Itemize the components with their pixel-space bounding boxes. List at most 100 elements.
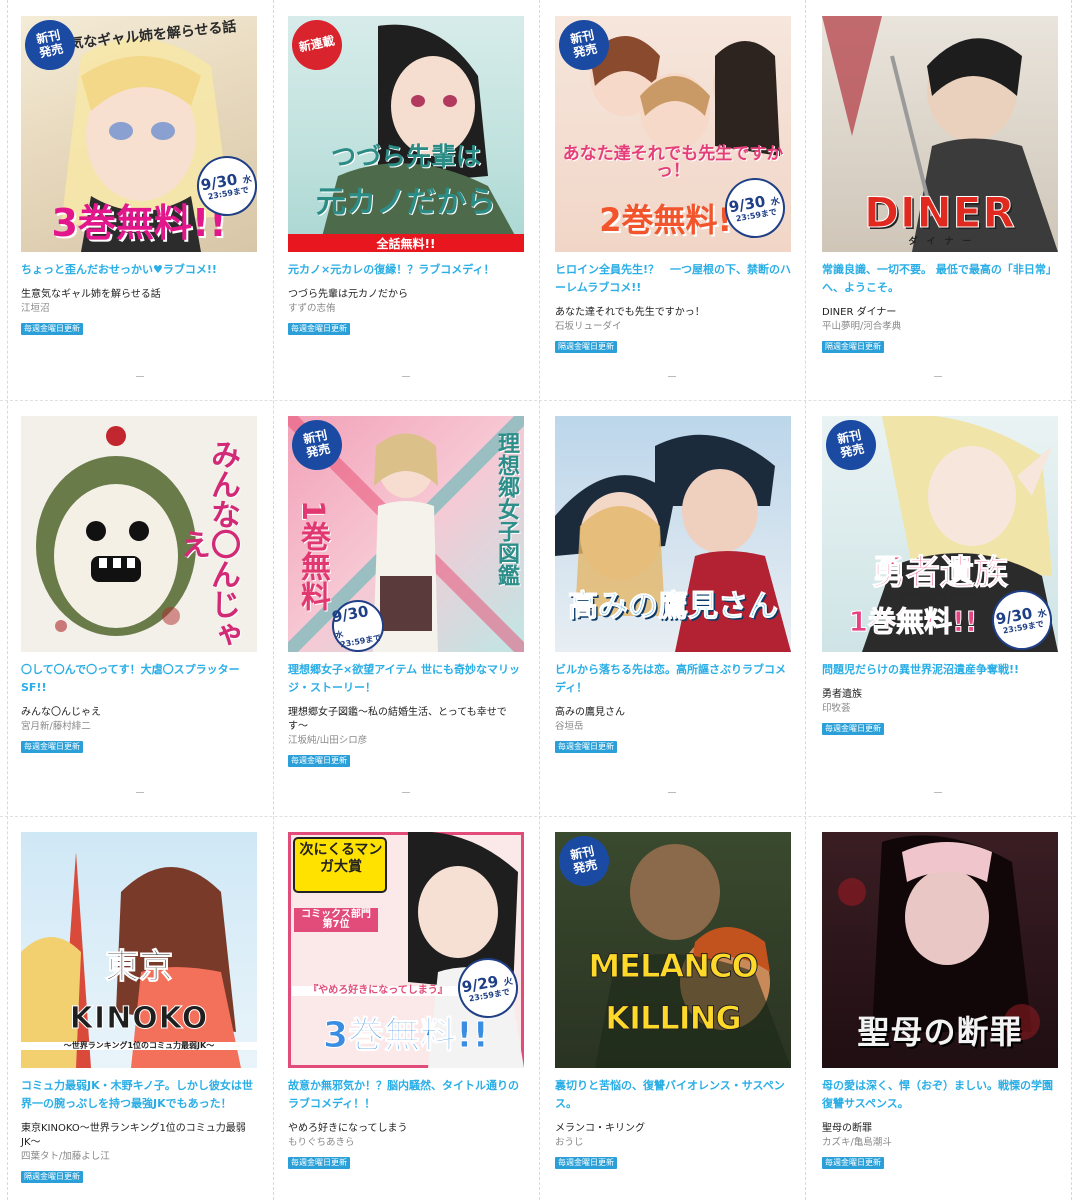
card-tagline[interactable]: 理想郷女子×欲望アイテム 世にも奇妙なマリッジ・ストーリー！ [288, 661, 524, 697]
card-title[interactable]: 理想郷女子図鑑〜私の結婚生活、とっても幸せです〜 [288, 706, 524, 734]
column-divider [539, 0, 540, 1200]
card-author: 平山夢明/河合孝典 [822, 321, 902, 332]
card-tagline[interactable]: コミュ力最弱JK・木野キノ子。しかし彼女は世界一の腕っぷしを持つ最強JKでもあっ… [21, 1077, 257, 1113]
award-rank: コミックス部門 第7位 [294, 908, 378, 932]
cover-headline: 高みの鷹見さん [568, 589, 779, 624]
divider-mark [668, 376, 676, 377]
divider-mark [668, 792, 676, 793]
card-author: 宮月新/藤村緋二 [21, 721, 91, 732]
cover-image[interactable]: 高みの鷹見さん [555, 416, 791, 652]
card-title[interactable]: つづら先輩は元カノだから [288, 288, 524, 302]
cover-image[interactable]: MELANCO KILLING 新刊 発売 [555, 832, 791, 1068]
update-schedule-badge: 毎週金曜日更新 [288, 1157, 350, 1169]
cover-headline: DINER [864, 188, 1016, 237]
card-title[interactable]: 高みの鷹見さん [555, 706, 791, 720]
cover-image[interactable]: DINER ダ イ ナ ー [822, 16, 1058, 252]
card-tagline[interactable]: ビルから落ちる先は恋。高所謳さぶりラブコメディ！ [555, 661, 791, 697]
divider-mark [934, 792, 942, 793]
update-schedule-badge: 毎週金曜日更新 [288, 755, 350, 767]
divider-mark [934, 376, 942, 377]
divider-mark [402, 792, 410, 793]
card-tagline[interactable]: 裏切りと苦悩の、復讐バイオレンス・サスペンス。 [555, 1077, 791, 1113]
card-author: おうじ [555, 1137, 584, 1148]
cover-headline: 1巻無料 [295, 500, 330, 611]
update-schedule-badge: 隔週金曜日更新 [21, 1171, 83, 1183]
manga-card[interactable]: 次にくるマンガ大賞 コミックス部門 第7位 『やめろ好きになってしまう』 3巻無… [288, 832, 524, 1169]
cover-image[interactable]: みんな〇んじゃえ [21, 416, 257, 652]
update-schedule-badge: 毎週金曜日更新 [21, 323, 83, 335]
manga-card[interactable]: MELANCO KILLING 新刊 発売 裏切りと苦悩の、復讐バイオレンス・サス… [555, 832, 791, 1169]
manga-card[interactable]: 東京 KINOKO 〜世界ランキング1位のコミュ力最弱JK〜 コミュ力最弱JK・… [21, 832, 257, 1183]
cover-headline: 聖母の断罪 [857, 1013, 1023, 1051]
divider-mark [136, 792, 144, 793]
update-schedule-badge: 隔週金曜日更新 [822, 341, 884, 353]
card-tagline[interactable]: ちょっと歪んだおせっかい♥ラブコメ!! [21, 261, 257, 279]
update-schedule-badge: 毎週金曜日更新 [822, 723, 884, 735]
card-author: カズキ/亀島潮斗 [822, 1137, 892, 1148]
card-tagline[interactable]: 故意か無邪気か！？脳内騒然、タイトル通りのラブコメディ！！ [288, 1077, 524, 1113]
card-title[interactable]: 東京KINOKO〜世界ランキング1位のコミュ力最弱JK〜 [21, 1122, 257, 1150]
card-title[interactable]: DINER ダイナー [822, 306, 1058, 320]
cover-logo-text: KILLING [605, 999, 742, 1037]
card-title[interactable]: みんな〇んじゃえ [21, 706, 257, 720]
update-schedule-badge: 毎週金曜日更新 [288, 323, 350, 335]
manga-card[interactable]: あなた達それでも先生ですかっ！ 2巻無料!! 新刊 発売 9/30 水 23:59… [555, 16, 791, 353]
cover-headline: みんな〇んじゃえ [175, 439, 240, 649]
cover-image[interactable]: 生意気なギャル姉を解らせる話 3巻無料!! 新刊 発売 9/30 水 23:59ま… [21, 16, 257, 252]
cover-headline: 東京 [105, 947, 174, 987]
card-title[interactable]: 勇者遺族 [822, 688, 1058, 702]
card-tagline[interactable]: ヒロイン全員先生!？ 一つ屋根の下、禁断のハーレムラブコメ!! [555, 261, 791, 297]
cover-logo-text: 理想郷女子図鑑 [494, 432, 519, 586]
manga-grid: 生意気なギャル姉を解らせる話 3巻無料!! 新刊 発売 9/30 水 23:59ま… [0, 0, 1076, 1200]
card-tagline[interactable]: 問題児だらけの異世界泥沼遺産争奪戦!! [822, 661, 1058, 679]
cover-subtitle: ダ イ ナ ー [908, 237, 972, 247]
cover-image[interactable]: 聖母の断罪 [822, 832, 1058, 1068]
card-title[interactable]: やめろ好きになってしまう [288, 1122, 524, 1136]
cover-image[interactable]: あなた達それでも先生ですかっ！ 2巻無料!! 新刊 発売 9/30 水 23:59… [555, 16, 791, 252]
column-divider [1071, 0, 1072, 1200]
card-tagline[interactable]: 常識良識、一切不要。 最低で最高の「非日常」へ、ようこそ。 [822, 261, 1058, 297]
cover-headline: つづら先輩は [330, 142, 481, 171]
cover-subtitle: 『やめろ好きになってしまう』 [292, 986, 464, 996]
card-author: 石坂リューダイ [555, 321, 622, 332]
card-title[interactable]: あなた達それでも先生ですかっ！ [555, 306, 791, 320]
manga-card[interactable]: 勇者遺族 BEREAVED FAMILY 1巻無料!! 新刊 発売 9/30 水 … [822, 416, 1058, 735]
cover-image[interactable]: つづら先輩は 元カノだから 新連載 全話無料!! [288, 16, 524, 252]
cover-logo-text: KINOKO [69, 1001, 209, 1036]
card-title[interactable]: 聖母の断罪 [822, 1122, 1058, 1136]
manga-card[interactable]: つづら先輩は 元カノだから 新連載 全話無料!! 元カノ×元カレの復縁！？ラブコ… [288, 16, 524, 335]
card-author: 四葉タト/加藤よし江 [21, 1151, 110, 1162]
cover-headline: MELANCO [588, 947, 759, 985]
cover-logo-text: あなた達それでも先生ですかっ！ [562, 144, 784, 181]
award-logo: 次にくるマンガ大賞 [299, 842, 383, 875]
update-schedule-badge: 毎週金曜日更新 [555, 741, 617, 753]
card-author: もりぐちあきら [288, 1137, 355, 1148]
card-author: 江垣沼 [21, 303, 50, 314]
cover-image[interactable]: 次にくるマンガ大賞 コミックス部門 第7位 『やめろ好きになってしまう』 3巻無… [288, 832, 524, 1068]
cover-logo-subtext: 〜世界ランキング1位のコミュ力最弱JK〜 [21, 1042, 257, 1050]
cover-image[interactable]: 理想郷女子図鑑 1巻無料 新刊 発売 9/30 水 23:59まで [288, 416, 524, 652]
manga-card[interactable]: 聖母の断罪 母の愛は深く、悍（おぞ）ましい。戦慄の学園復讐サスペンス。 聖母の断… [822, 832, 1058, 1169]
card-tagline[interactable]: 元カノ×元カレの復縁！？ラブコメディ！ [288, 261, 524, 279]
card-title[interactable]: メランコ・キリング [555, 1122, 791, 1136]
card-title[interactable]: 生意気なギャル姉を解らせる話 [21, 288, 257, 302]
all-free-banner: 全話無料!! [288, 234, 524, 252]
card-author: 江坂純/山田シロ彦 [288, 735, 368, 746]
update-schedule-badge: 毎週金曜日更新 [822, 1157, 884, 1169]
update-schedule-badge: 毎週金曜日更新 [555, 1157, 617, 1169]
manga-card[interactable]: 理想郷女子図鑑 1巻無料 新刊 発売 9/30 水 23:59まで 理想郷女子×欲… [288, 416, 524, 767]
manga-card[interactable]: 高みの鷹見さん ビルから落ちる先は恋。高所謳さぶりラブコメディ！ 高みの鷹見さん… [555, 416, 791, 753]
card-tagline[interactable]: 〇して〇んで〇ってす！大虐〇スプラッターSF!! [21, 661, 257, 697]
cover-image[interactable]: 勇者遺族 BEREAVED FAMILY 1巻無料!! 新刊 発売 9/30 水 … [822, 416, 1058, 652]
manga-card[interactable]: みんな〇んじゃえ 〇して〇んで〇ってす！大虐〇スプラッターSF!! みんな〇んじ… [21, 416, 257, 753]
row-divider [0, 816, 1076, 817]
cover-logo-text: 勇者遺族 [872, 553, 1009, 593]
cover-headline: 1巻無料!! [848, 605, 978, 638]
card-author: 印牧荟 [822, 703, 851, 714]
manga-card[interactable]: 生意気なギャル姉を解らせる話 3巻無料!! 新刊 発売 9/30 水 23:59ま… [21, 16, 257, 335]
card-tagline[interactable]: 母の愛は深く、悍（おぞ）ましい。戦慄の学園復讐サスペンス。 [822, 1077, 1058, 1113]
divider-mark [136, 376, 144, 377]
cover-image[interactable]: 東京 KINOKO 〜世界ランキング1位のコミュ力最弱JK〜 [21, 832, 257, 1068]
divider-mark [402, 376, 410, 377]
manga-card[interactable]: DINER ダ イ ナ ー 常識良識、一切不要。 最低で最高の「非日常」へ、よう… [822, 16, 1058, 353]
